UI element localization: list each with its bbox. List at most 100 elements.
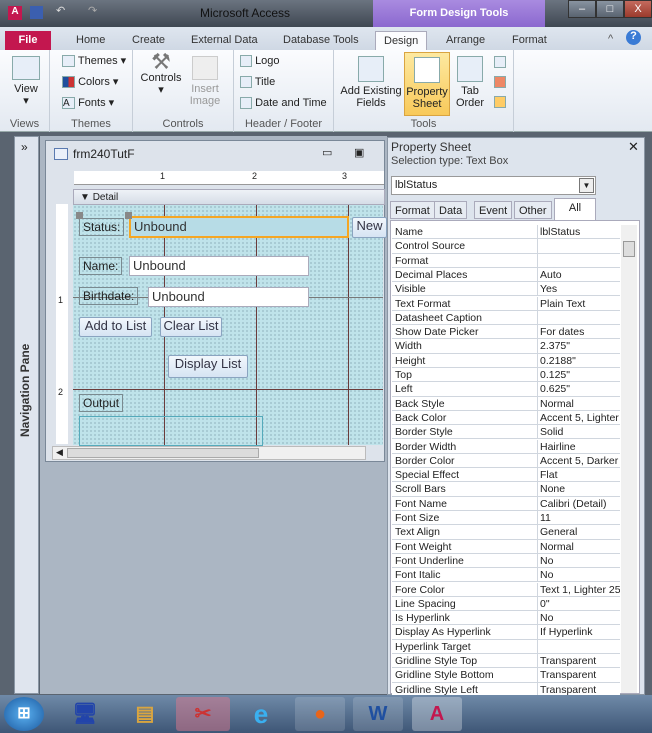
insert-image-button[interactable]: Insert Image: [185, 56, 225, 107]
horizontal-scrollbar[interactable]: ◀: [52, 446, 366, 460]
name-label[interactable]: Name:: [79, 257, 123, 275]
clear-list-button[interactable]: Clear List: [160, 317, 222, 337]
property-row[interactable]: Font Size 11: [392, 511, 620, 526]
property-row[interactable]: Width 2.375": [392, 339, 620, 354]
property-row[interactable]: Border Width Hairline: [392, 439, 620, 454]
property-value[interactable]: Accent 5, Darker: [540, 455, 620, 467]
birthdate-textbox[interactable]: Unbound: [148, 287, 309, 307]
close-button[interactable]: X: [624, 0, 652, 18]
tab-database-tools[interactable]: Database Tools: [275, 31, 367, 50]
property-row[interactable]: Height 0.2188": [392, 353, 620, 368]
property-value[interactable]: For dates: [540, 326, 620, 338]
property-value[interactable]: Hairline: [540, 441, 620, 453]
close-icon[interactable]: ✕: [628, 139, 639, 155]
property-value[interactable]: No: [540, 555, 620, 567]
convert-macros-icon[interactable]: [494, 96, 506, 108]
property-value[interactable]: Yes: [540, 283, 620, 295]
status-label[interactable]: Status:: [79, 218, 125, 236]
property-row[interactable]: Name lblStatus: [392, 225, 620, 240]
property-value[interactable]: If Hyperlink: [540, 626, 620, 638]
property-sheet-button[interactable]: Property Sheet: [404, 52, 450, 116]
tab-data[interactable]: Data: [434, 201, 468, 219]
property-row[interactable]: Visible Yes: [392, 282, 620, 297]
property-value[interactable]: Normal: [540, 541, 620, 553]
property-row[interactable]: Top 0.125": [392, 368, 620, 383]
logo-button[interactable]: Logo: [240, 55, 280, 68]
start-button[interactable]: ⊞: [4, 697, 44, 731]
property-value[interactable]: 11: [540, 512, 620, 524]
move-handle[interactable]: [125, 212, 132, 219]
property-value[interactable]: Normal: [540, 398, 620, 410]
property-row[interactable]: Fore Color Text 1, Lighter 25: [392, 582, 620, 597]
property-row[interactable]: Font Name Calibri (Detail): [392, 496, 620, 511]
tab-create[interactable]: Create: [124, 31, 173, 50]
detail-section-bar[interactable]: ▼ Detail: [73, 189, 385, 205]
add-to-list-button[interactable]: Add to List: [79, 317, 152, 337]
display-list-button[interactable]: Display List: [168, 355, 248, 378]
subform-icon[interactable]: [494, 56, 506, 68]
property-row[interactable]: Format: [392, 253, 620, 268]
property-row[interactable]: Font Underline No: [392, 553, 620, 569]
property-row[interactable]: Border Style Solid: [392, 425, 620, 440]
view-button[interactable]: View ▾: [8, 56, 44, 107]
property-row[interactable]: Decimal Places Auto: [392, 267, 620, 283]
new-button[interactable]: New: [352, 217, 387, 238]
property-value[interactable]: 0.625": [540, 383, 620, 395]
tab-external-data[interactable]: External Data: [183, 31, 266, 50]
property-value[interactable]: Accent 5, Lighter: [540, 412, 620, 424]
property-value[interactable]: Transparent: [540, 684, 620, 696]
property-value[interactable]: 2.375": [540, 340, 620, 352]
colors-button[interactable]: Colors ▾: [62, 76, 118, 89]
property-value[interactable]: None: [540, 483, 620, 495]
property-row[interactable]: Datasheet Caption: [392, 310, 620, 326]
chevron-down-icon[interactable]: ▼: [579, 178, 594, 193]
property-value[interactable]: 0.2188": [540, 355, 620, 367]
scroll-left-icon[interactable]: ◀: [56, 447, 63, 458]
birthdate-label[interactable]: Birthdate:: [79, 287, 139, 305]
property-value[interactable]: lblStatus: [540, 226, 620, 238]
property-row[interactable]: Text Format Plain Text: [392, 296, 620, 311]
property-value[interactable]: Auto: [540, 269, 620, 281]
nav-pane-toggle[interactable]: »: [21, 140, 28, 154]
property-row[interactable]: Line Spacing 0": [392, 596, 620, 612]
add-existing-fields-button[interactable]: Add Existing Fields: [338, 56, 404, 109]
property-row[interactable]: Show Date Picker For dates: [392, 325, 620, 340]
tab-home[interactable]: Home: [68, 31, 113, 50]
tab-other[interactable]: Other: [514, 201, 552, 219]
property-row[interactable]: Control Source: [392, 239, 620, 254]
minimize-button[interactable]: –: [568, 0, 596, 18]
property-row[interactable]: Gridline Style Bottom Transparent: [392, 668, 620, 683]
undo-icon[interactable]: ↶: [56, 4, 65, 17]
date-time-button[interactable]: Date and Time: [240, 97, 327, 110]
tab-event[interactable]: Event: [474, 201, 513, 219]
collapse-ribbon-icon[interactable]: ^: [608, 33, 613, 45]
property-row[interactable]: Back Style Normal: [392, 396, 620, 411]
property-row[interactable]: Border Color Accent 5, Darker: [392, 453, 620, 469]
tab-file[interactable]: File: [5, 31, 51, 50]
save-icon[interactable]: [30, 6, 43, 19]
access-icon[interactable]: A: [412, 697, 462, 731]
tab-format[interactable]: Format: [390, 201, 435, 219]
property-row[interactable]: Is Hyperlink No: [392, 611, 620, 626]
property-row[interactable]: Gridline Style Top Transparent: [392, 654, 620, 669]
remote-desktop-icon[interactable]: 🖥: [60, 697, 110, 731]
tab-design[interactable]: Design: [375, 31, 428, 50]
explorer-icon[interactable]: ▤: [120, 697, 170, 731]
tab-arrange[interactable]: Arrange: [438, 31, 493, 50]
property-value[interactable]: Text 1, Lighter 25: [540, 584, 620, 596]
internet-explorer-icon[interactable]: e: [236, 697, 286, 731]
property-value[interactable]: Plain Text: [540, 298, 620, 310]
property-row[interactable]: Left 0.625": [392, 382, 620, 397]
property-value[interactable]: General: [540, 526, 620, 538]
property-row[interactable]: Scroll Bars None: [392, 482, 620, 497]
output-label[interactable]: Output: [79, 394, 124, 412]
form-restore-button[interactable]: ▣: [354, 146, 364, 159]
maximize-button[interactable]: □: [596, 0, 624, 18]
word-icon[interactable]: W: [353, 697, 403, 731]
property-row[interactable]: Hyperlink Target: [392, 639, 620, 654]
property-value[interactable]: 0.125": [540, 369, 620, 381]
property-value[interactable]: Solid: [540, 426, 620, 438]
property-row[interactable]: Special Effect Flat: [392, 468, 620, 483]
tab-format[interactable]: Format: [504, 31, 555, 50]
move-handle[interactable]: [76, 212, 83, 219]
